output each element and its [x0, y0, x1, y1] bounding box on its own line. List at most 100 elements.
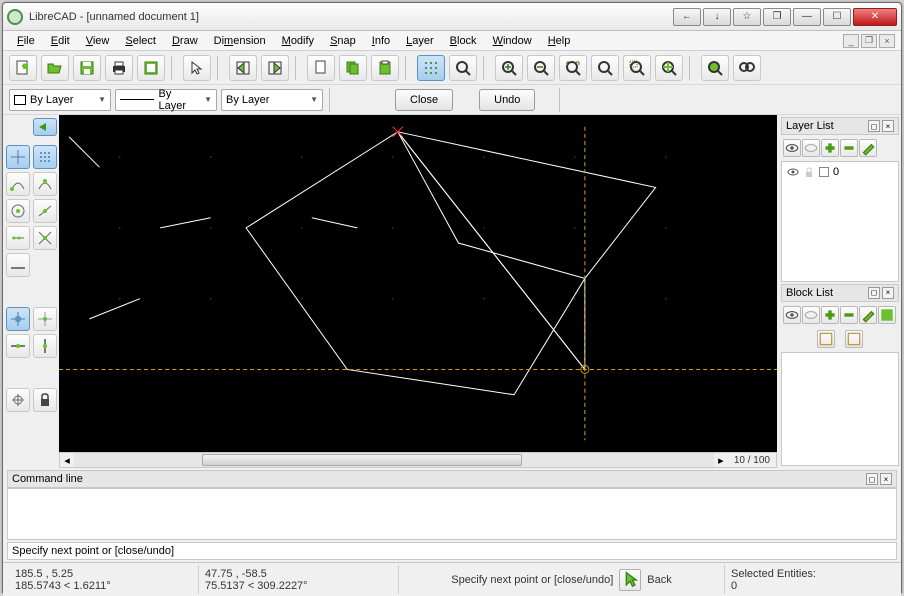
command-panel-header[interactable]: Command line ◻× [7, 470, 897, 488]
paste-button[interactable] [371, 55, 399, 81]
sys-unknown2-button[interactable]: ↓ [703, 8, 731, 26]
menu-info[interactable]: Info [364, 33, 398, 49]
block-list[interactable] [781, 352, 899, 467]
minimize-button[interactable]: — [793, 8, 821, 26]
zoom-select-button[interactable] [701, 55, 729, 81]
block-edit-button[interactable] [859, 306, 877, 324]
zoom-out-button[interactable] [527, 55, 555, 81]
redo-button[interactable] [261, 55, 289, 81]
props-toolbar: By Layer ▼ By Layer ▼ By Layer ▼ Close U… [3, 85, 901, 115]
zoom-redraw-button[interactable] [449, 55, 477, 81]
mdi-close-button[interactable]: × [879, 34, 895, 48]
snap-grid-button[interactable] [33, 145, 57, 169]
menu-dimension[interactable]: Dimension [206, 33, 274, 49]
menu-edit[interactable]: Edit [43, 33, 78, 49]
print-preview-button[interactable] [137, 55, 165, 81]
layer-list[interactable]: 0 [781, 161, 899, 282]
layer-showall-button[interactable] [783, 139, 801, 157]
pointer-button[interactable] [183, 55, 211, 81]
command-panel-float-icon[interactable]: ◻ [866, 473, 878, 485]
maximize-button[interactable]: ☐ [823, 8, 851, 26]
grid-toggle-button[interactable] [417, 55, 445, 81]
snap-middle-button[interactable] [33, 199, 57, 223]
copy-button[interactable] [339, 55, 367, 81]
relzero-lock-button[interactable] [33, 388, 57, 412]
zoom-pan-button[interactable] [655, 55, 683, 81]
command-input[interactable]: Specify next point or [close/undo] [7, 542, 897, 560]
restrict-none-button[interactable] [6, 307, 30, 331]
restrict-vert-button[interactable] [33, 334, 57, 358]
horizontal-scrollbar[interactable]: ◂ ▸ 10 / 100 [59, 452, 777, 468]
drawing-canvas[interactable] [59, 115, 777, 452]
restrict-horiz-button[interactable] [6, 334, 30, 358]
command-panel-close-icon[interactable]: × [880, 473, 892, 485]
menu-file[interactable]: File [9, 33, 43, 49]
cut-button[interactable] [307, 55, 335, 81]
lineweight-combo[interactable]: By Layer ▼ [221, 89, 323, 111]
mdi-restore-button[interactable]: ❐ [861, 34, 877, 48]
layer-edit-button[interactable] [859, 139, 877, 157]
linetype-combo[interactable]: By Layer ▼ [115, 89, 217, 111]
zoom-auto-button[interactable] [559, 55, 587, 81]
mdi-minimize-button[interactable]: _ [843, 34, 859, 48]
relzero-set-button[interactable] [6, 388, 30, 412]
snap-intersection-button[interactable] [33, 226, 57, 250]
block-panel-header[interactable]: Block List ◻× [781, 284, 899, 302]
zoom-previous-button[interactable] [591, 55, 619, 81]
menu-help[interactable]: Help [540, 33, 579, 49]
menu-layer[interactable]: Layer [398, 33, 442, 49]
menu-snap[interactable]: Snap [322, 33, 364, 49]
layer-panel-float-icon[interactable]: ◻ [868, 120, 880, 132]
zoom-window-button[interactable] [623, 55, 651, 81]
snap-distance-button[interactable] [6, 226, 30, 250]
sys-window-button[interactable]: ❐ [763, 8, 791, 26]
block-hideall-button[interactable] [802, 306, 820, 324]
menu-window[interactable]: Window [485, 33, 540, 49]
block-remove-button[interactable] [840, 306, 858, 324]
block-create-button[interactable] [845, 330, 863, 348]
block-add-button[interactable] [821, 306, 839, 324]
zoom-extra-button[interactable] [733, 55, 761, 81]
statusbar: 185.5 , 5.25 185.5743 < 1.6211° 47.75 , … [3, 562, 901, 596]
zoom-in-button[interactable] [495, 55, 523, 81]
new-button[interactable] [9, 55, 37, 81]
undo-button[interactable] [229, 55, 257, 81]
sys-star-button[interactable]: ☆ [733, 8, 761, 26]
color-combo[interactable]: By Layer ▼ [9, 89, 111, 111]
menu-view[interactable]: View [78, 33, 118, 49]
open-button[interactable] [41, 55, 69, 81]
layer-panel-close-icon[interactable]: × [882, 120, 894, 132]
draw-close-button[interactable]: Close [395, 89, 453, 111]
layer-add-button[interactable] [821, 139, 839, 157]
menu-block[interactable]: Block [442, 33, 485, 49]
restrict-ortho-button[interactable] [33, 307, 57, 331]
draw-undo-button[interactable]: Undo [479, 89, 535, 111]
sys-unknown1-button[interactable]: ← [673, 8, 701, 26]
snap-hline-button[interactable] [6, 253, 30, 277]
snap-endpoint-button[interactable] [6, 172, 30, 196]
snap-center-button[interactable] [6, 199, 30, 223]
block-panel-close-icon[interactable]: × [882, 287, 894, 299]
block-panel-float-icon[interactable]: ◻ [868, 287, 880, 299]
close-button[interactable]: ✕ [853, 8, 897, 26]
menu-draw[interactable]: Draw [164, 33, 206, 49]
block-showall-button[interactable] [783, 306, 801, 324]
toolbox-back-button[interactable] [33, 118, 57, 136]
print-button[interactable] [105, 55, 133, 81]
block-insert-button[interactable] [817, 330, 835, 348]
command-history[interactable] [7, 488, 897, 540]
layer-remove-button[interactable] [840, 139, 858, 157]
layer-hideall-button[interactable] [802, 139, 820, 157]
menu-modify[interactable]: Modify [274, 33, 322, 49]
snap-onentity-button[interactable] [33, 172, 57, 196]
menu-select[interactable]: Select [117, 33, 164, 49]
block-save-button[interactable] [878, 306, 896, 324]
save-button[interactable] [73, 55, 101, 81]
main-toolbar [3, 51, 901, 85]
layer-panel-header[interactable]: Layer List ◻× [781, 117, 899, 135]
status-prompt: Specify next point or [close/undo] [451, 574, 613, 586]
titlebar: LibreCAD - [unnamed document 1] ← ↓ ☆ ❐ … [3, 3, 901, 31]
snap-free-button[interactable] [6, 145, 30, 169]
status-rel-polar: 75.5137 < 309.2227° [205, 580, 392, 592]
layer-row-0[interactable]: 0 [785, 165, 895, 179]
